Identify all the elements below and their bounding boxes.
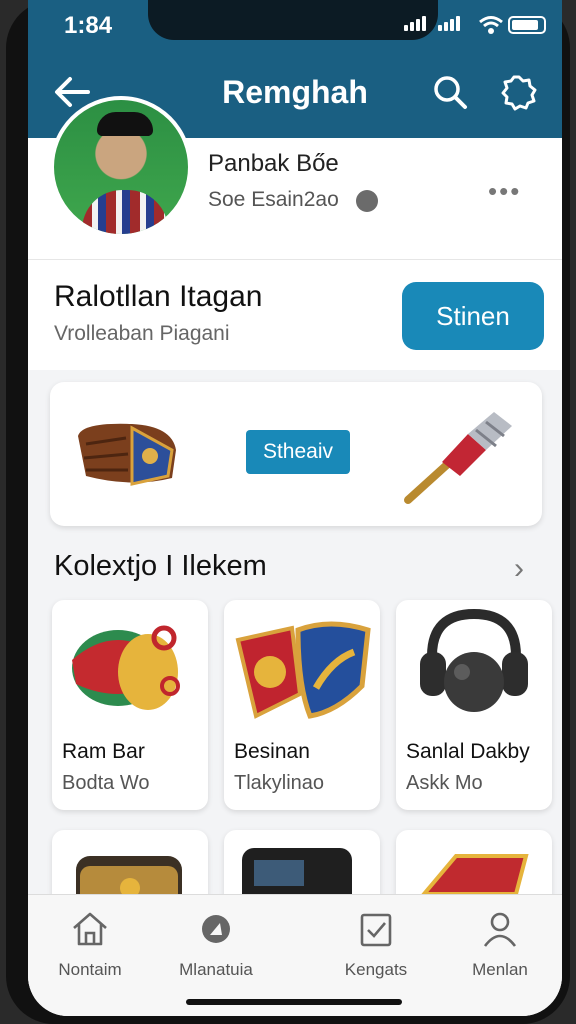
item-name: Ram Bar [62, 740, 145, 763]
status-time: 1:84 [64, 12, 113, 39]
item-subtitle: Askk Mo [406, 772, 483, 794]
section-subtitle: Vrolleaban Piagani [54, 322, 230, 345]
item-name: Besinan [234, 740, 310, 763]
collection-item-card[interactable]: Sanlal Dakby Askk Mo [396, 600, 552, 810]
drum-icon [72, 625, 180, 710]
profile-subtitle: Soe Esain2ao [208, 188, 339, 211]
bottom-tab-bar: Nontaim Mlanatuia Kengats Menlan [28, 894, 562, 1016]
shield-icon [235, 621, 371, 719]
signal-secondary-icon [438, 16, 460, 31]
tab-label: Kengats [344, 960, 408, 979]
item-subtitle: Tlakylinao [234, 772, 325, 794]
item-subtitle: Bodta Wo [62, 772, 150, 794]
headphones-icon [420, 608, 528, 712]
tab-tasks[interactable]: Kengats [316, 909, 436, 980]
notch [148, 0, 438, 40]
explore-icon [202, 915, 230, 943]
gear-icon[interactable] [500, 74, 538, 112]
signal-icon [404, 16, 426, 31]
collection-item-card[interactable]: Besinan Tlakylinao [224, 600, 380, 810]
section-title: Ralotllan Itagan [54, 280, 263, 313]
tab-explore[interactable]: Mlanatuia [156, 909, 276, 980]
screen: 1:84 Remghah Panbak Bőe Soe Esain2ao •••… [28, 0, 562, 1016]
profile-name: Panbak Bőe [208, 150, 339, 177]
search-icon[interactable] [432, 74, 468, 110]
more-options-icon[interactable]: ••• [488, 176, 521, 207]
profile-section: Panbak Bőe Soe Esain2ao ••• [28, 96, 562, 260]
treasure-chest-icon [78, 423, 176, 486]
featured-section: Ralotllan Itagan Vrolleaban Piagani Stin… [28, 260, 562, 370]
home-icon [73, 912, 107, 946]
tab-label: Menlan [472, 960, 528, 979]
tab-home[interactable]: Nontaim [30, 909, 150, 980]
stheaiv-button[interactable]: Stheaiv [246, 430, 350, 474]
home-indicator [186, 999, 402, 1005]
stinen-button[interactable]: Stinen [402, 282, 544, 350]
item-name: Sanlal Dakby [406, 740, 530, 763]
profile-icon [483, 912, 517, 947]
torch-icon [404, 412, 512, 504]
battery-icon [508, 16, 546, 34]
tab-label: Nontaim [58, 960, 122, 979]
tab-profile[interactable]: Menlan [440, 909, 560, 980]
collection-item-card[interactable]: Ram Bar Bodta Wo [52, 600, 208, 810]
verified-badge-icon [356, 190, 378, 212]
wifi-icon [479, 16, 503, 34]
phone-frame: 1:84 Remghah Panbak Bőe Soe Esain2ao •••… [6, 0, 570, 1024]
showcase-card[interactable]: Stheaiv [50, 382, 542, 526]
checklist-icon [360, 913, 392, 947]
collection-title: Kolextjo I Ilekem [54, 550, 267, 582]
avatar[interactable] [50, 96, 192, 238]
status-bar: 1:84 [28, 0, 562, 52]
chevron-right-icon[interactable]: › [514, 552, 524, 586]
tab-label: Mlanatuia [179, 960, 253, 979]
